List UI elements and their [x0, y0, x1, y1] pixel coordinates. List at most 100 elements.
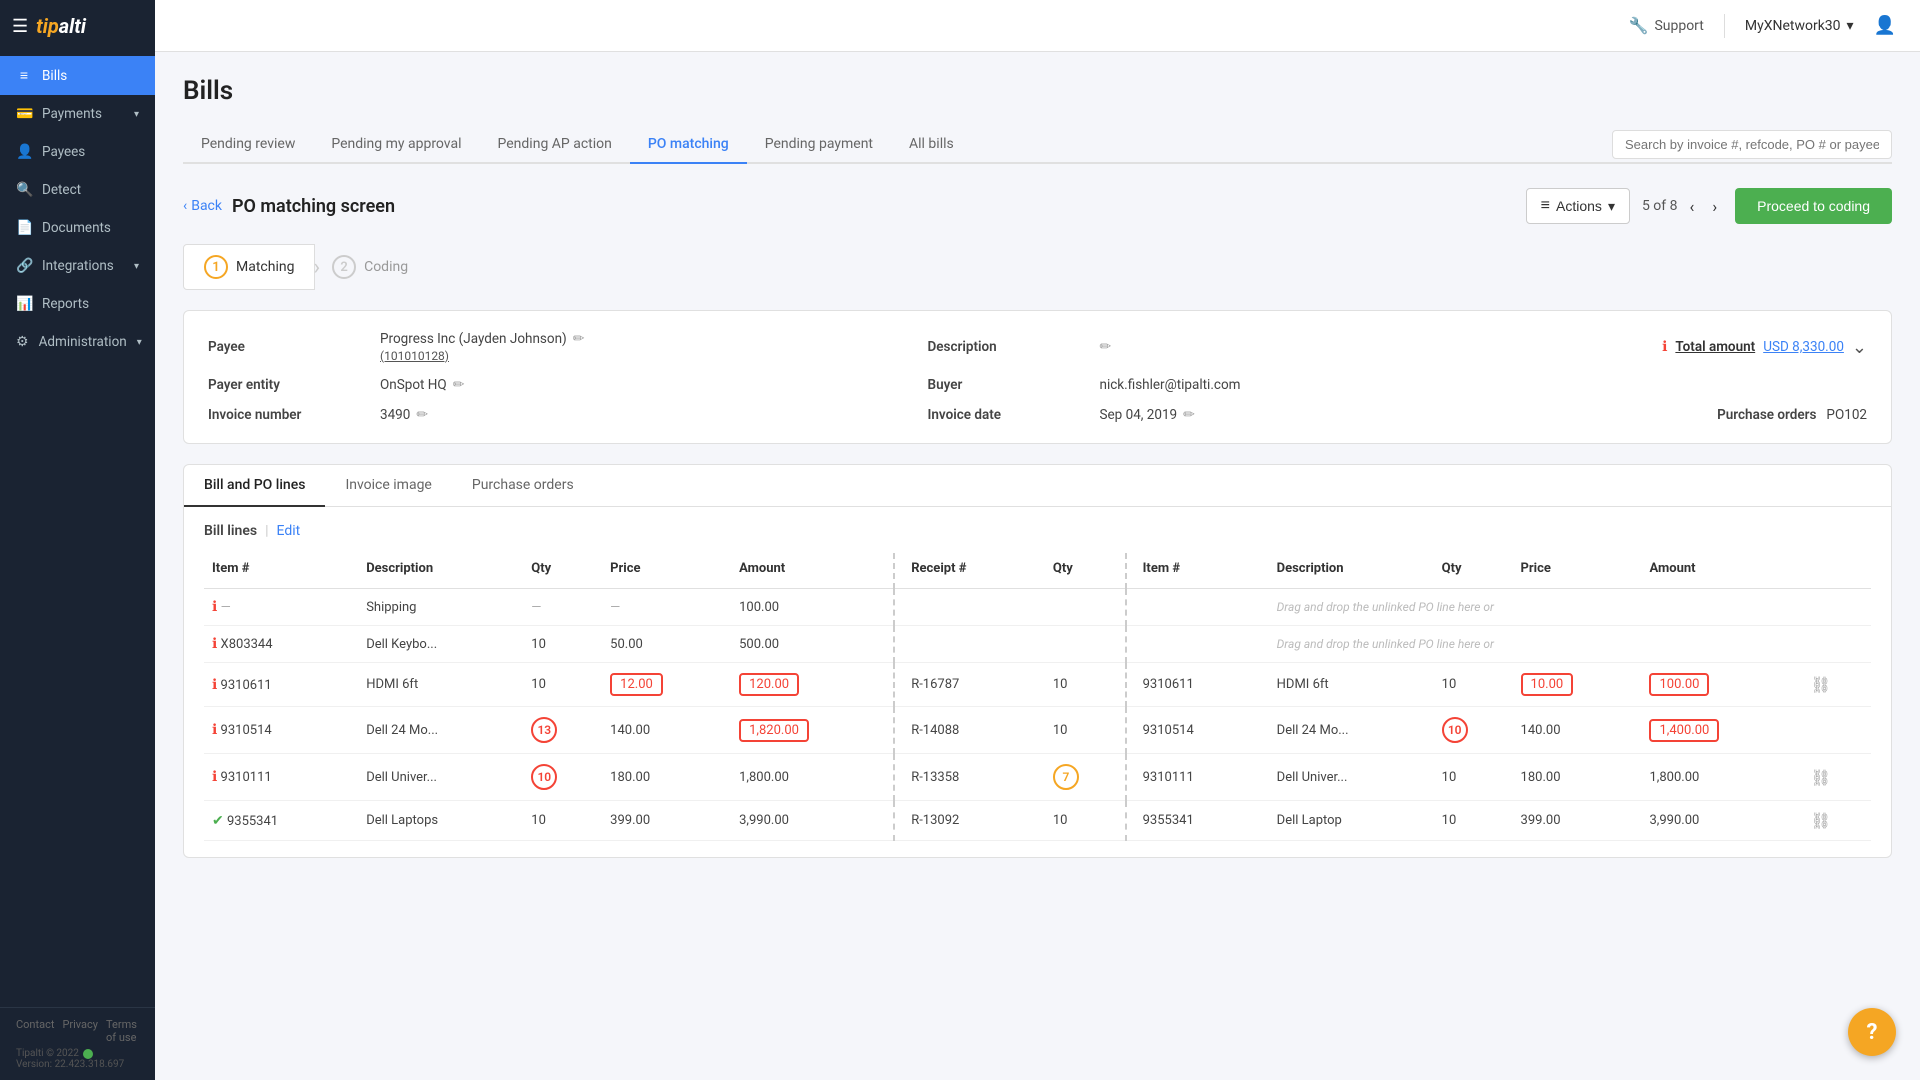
sidebar-nav: ≡ Bills 💳 Payments ▾ 👤 Payees 🔍 Detect 📄…: [0, 52, 155, 1007]
th-po-description: Description: [1269, 553, 1434, 589]
sidebar-label-administration: Administration: [39, 334, 127, 350]
tab-pending-ap-action[interactable]: Pending AP action: [480, 126, 630, 164]
cell-price-3: 140.00: [602, 707, 731, 754]
cell-qty-2: 10: [523, 663, 602, 707]
pagination-prev-button[interactable]: ‹: [1684, 195, 1701, 218]
payee-id: (101010128): [380, 349, 449, 363]
invoice-number-edit-icon[interactable]: ✏: [416, 407, 428, 423]
proceed-to-coding-button[interactable]: Proceed to coding: [1735, 188, 1892, 224]
footer-privacy-link[interactable]: Privacy: [62, 1018, 98, 1044]
cell-item-0: ℹ —: [204, 589, 358, 626]
main-area: 🔧 Support MyXNetwork30 ▾ 👤 Bills Pending…: [155, 0, 1920, 1080]
cell-po-amount-highlight-3: 1,400.00: [1641, 707, 1802, 754]
cell-item-4: ℹ 9310111: [204, 754, 358, 801]
account-arrow-icon: ▾: [1847, 18, 1854, 34]
sidebar-item-bills[interactable]: ≡ Bills: [0, 56, 155, 95]
sidebar-item-detect[interactable]: 🔍 Detect: [0, 171, 155, 209]
sidebar-label-bills: Bills: [42, 68, 67, 84]
panel-tab-bill-po-lines[interactable]: Bill and PO lines: [184, 465, 325, 507]
help-button[interactable]: ?: [1848, 1008, 1896, 1056]
po-amount-badge-2: 100.00: [1649, 673, 1709, 696]
cell-po-desc-4: Dell Univer...: [1269, 754, 1434, 801]
cell-po-price-4: 180.00: [1513, 754, 1642, 801]
cell-qty-highlight-4: 10: [523, 754, 602, 801]
cell-actions-3: [1803, 707, 1871, 754]
user-profile-icon[interactable]: 👤: [1874, 15, 1896, 36]
invoice-date-edit-icon[interactable]: ✏: [1183, 407, 1195, 423]
panel-tab-purchase-orders[interactable]: Purchase orders: [452, 465, 594, 507]
cell-receipt-qty-2: 10: [1045, 663, 1126, 707]
description-edit-icon[interactable]: ✏: [1100, 339, 1112, 355]
sidebar-item-administration[interactable]: ⚙ Administration ▾: [0, 323, 155, 361]
tab-all-bills[interactable]: All bills: [891, 126, 972, 164]
th-receipt-qty: Qty: [1045, 553, 1126, 589]
table-row: ℹ — Shipping — — 100.00 Drag and drop th…: [204, 589, 1871, 626]
support-button[interactable]: 🔧 Support: [1629, 16, 1704, 35]
cell-link-icon-4[interactable]: ⛓: [1803, 754, 1871, 801]
back-button[interactable]: ‹ Back: [183, 198, 222, 214]
cell-item-3: ℹ 9310514: [204, 707, 358, 754]
cell-receipt-num-5: R-13092: [894, 801, 1045, 841]
bill-lines-edit-link[interactable]: Edit: [277, 523, 301, 539]
amount-badge-3: 1,820.00: [739, 719, 809, 742]
tab-po-matching[interactable]: PO matching: [630, 126, 747, 164]
actions-button[interactable]: ≡ Actions ▾: [1526, 188, 1630, 224]
qty-badge-4: 10: [531, 764, 557, 790]
footer-contact-link[interactable]: Contact: [16, 1018, 54, 1044]
invoice-info-card: Payee Progress Inc (Jayden Johnson) ✏ (1…: [183, 310, 1892, 444]
tab-pending-my-approval[interactable]: Pending my approval: [313, 126, 479, 164]
description-label: Description: [928, 339, 1088, 355]
th-qty: Qty: [523, 553, 602, 589]
payer-entity-edit-icon[interactable]: ✏: [453, 377, 465, 393]
search-input[interactable]: [1612, 130, 1892, 159]
cell-receipt-num-2: R-16787: [894, 663, 1045, 707]
table-row: ℹ X803344 Dell Keybo... 10 50.00 500.00 …: [204, 626, 1871, 663]
sidebar-item-payees[interactable]: 👤 Payees: [0, 133, 155, 171]
table-row: ℹ 9310514 Dell 24 Mo... 13 140.00 1,820.…: [204, 707, 1871, 754]
sidebar: ☰ tipalti ≡ Bills 💳 Payments ▾ 👤 Payees …: [0, 0, 155, 1080]
buyer-label: Buyer: [928, 377, 1088, 393]
payee-name: Progress Inc (Jayden Johnson): [380, 331, 567, 347]
payee-edit-icon[interactable]: ✏: [573, 331, 585, 347]
payee-value-cell: Progress Inc (Jayden Johnson) ✏ (1010101…: [368, 331, 928, 363]
panel-tab-invoice-image[interactable]: Invoice image: [325, 465, 451, 507]
cell-link-icon-2[interactable]: ⛓: [1803, 663, 1871, 707]
hamburger-icon[interactable]: ☰: [12, 16, 28, 37]
cell-actions-0: [1803, 589, 1871, 626]
total-amount-value[interactable]: USD 8,330.00: [1763, 339, 1844, 355]
sidebar-item-reports[interactable]: 📊 Reports: [0, 285, 155, 323]
cell-po-qty-5: 10: [1434, 801, 1513, 841]
total-amount-label[interactable]: Total amount: [1675, 339, 1755, 355]
cell-item-1: ℹ X803344: [204, 626, 358, 663]
invoice-fields: Payee Progress Inc (Jayden Johnson) ✏ (1…: [208, 331, 1867, 423]
invoice-date-value: Sep 04, 2019: [1100, 407, 1178, 423]
cell-link-icon-5[interactable]: ⛓: [1803, 801, 1871, 841]
payee-label: Payee: [208, 339, 368, 355]
cell-receipt-qty-0: [1045, 589, 1126, 626]
buyer-value: nick.fishler@tipalti.com: [1100, 377, 1241, 393]
cell-po-desc-3: Dell 24 Mo...: [1269, 707, 1434, 754]
price-badge-2: 12.00: [610, 673, 663, 696]
footer-terms-link[interactable]: Terms of use: [106, 1018, 139, 1044]
back-label: Back: [191, 198, 222, 214]
account-selector[interactable]: MyXNetwork30 ▾: [1745, 18, 1854, 34]
cell-actions-1: [1803, 626, 1871, 663]
sidebar-item-payments[interactable]: 💳 Payments ▾: [0, 95, 155, 133]
integrations-icon: 🔗: [16, 258, 32, 274]
payer-entity-value: OnSpot HQ: [380, 377, 447, 393]
version-number: Version: 22.423.318.697: [16, 1059, 139, 1070]
th-actions: [1803, 553, 1871, 589]
cell-price-1: 50.00: [602, 626, 731, 663]
sidebar-header: ☰ tipalti: [0, 0, 155, 52]
total-chevron-icon[interactable]: ⌄: [1852, 337, 1867, 358]
topbar: 🔧 Support MyXNetwork30 ▾ 👤: [155, 0, 1920, 52]
tab-pending-payment[interactable]: Pending payment: [747, 126, 891, 164]
pagination-next-button[interactable]: ›: [1706, 195, 1723, 218]
tab-pending-review[interactable]: Pending review: [183, 126, 313, 164]
reports-icon: 📊: [16, 296, 32, 312]
sidebar-label-documents: Documents: [42, 220, 111, 236]
step-1-number: 1: [204, 255, 228, 279]
invoice-date-value-cell: Sep 04, 2019 ✏: [1088, 407, 1648, 423]
sidebar-item-integrations[interactable]: 🔗 Integrations ▾: [0, 247, 155, 285]
sidebar-item-documents[interactable]: 📄 Documents: [0, 209, 155, 247]
